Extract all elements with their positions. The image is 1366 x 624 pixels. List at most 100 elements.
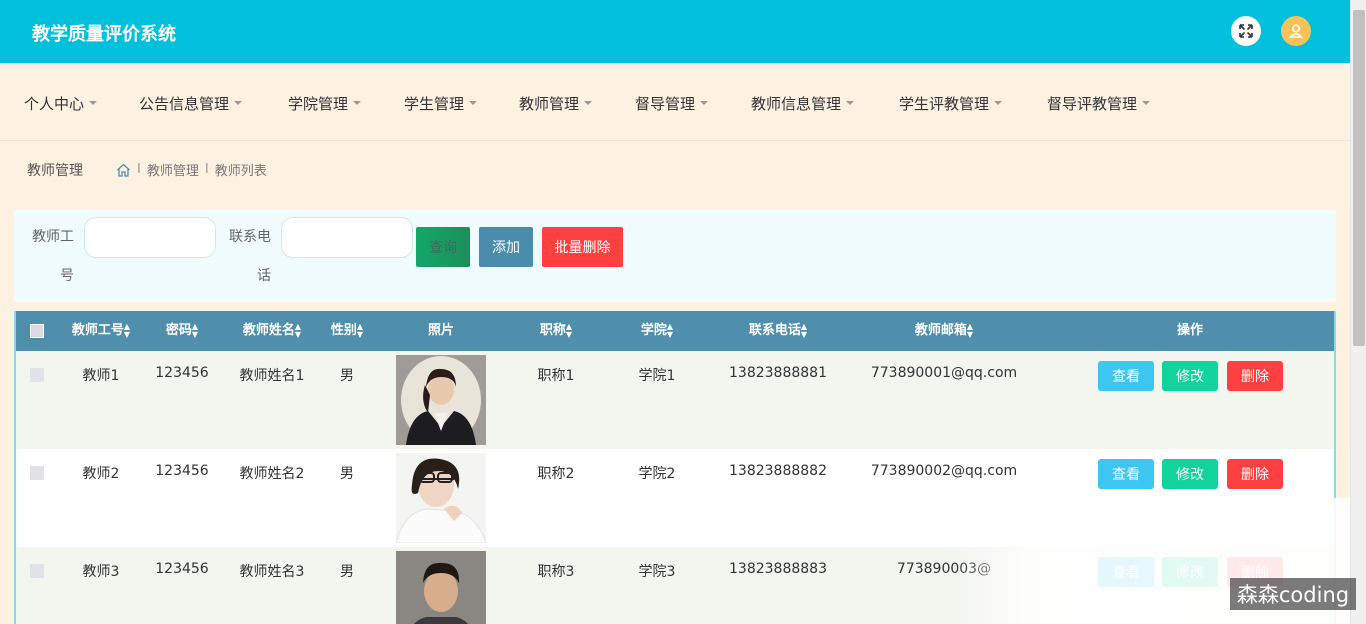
delete-button[interactable]: 删除 xyxy=(1227,361,1283,391)
cell-phone: 13823888882 xyxy=(729,463,827,479)
page-title: 教师管理 xyxy=(27,163,83,179)
watermark: 森森coding xyxy=(1230,578,1356,610)
th-label: 教师姓名 xyxy=(242,323,295,338)
cell-teacher-no: 教师2 xyxy=(82,466,120,482)
th-name[interactable]: 教师姓名▲ ▼ xyxy=(243,311,301,351)
th-label: 教师邮箱 xyxy=(914,323,967,338)
phone-label: 联系电 xyxy=(229,229,271,245)
row-checkbox[interactable] xyxy=(30,466,44,480)
sort-icon: ▲ ▼ xyxy=(966,321,974,339)
th-email[interactable]: 教师邮箱▲ ▼ xyxy=(915,311,973,351)
cell-gender: 男 xyxy=(340,564,354,580)
expand-icon xyxy=(1239,24,1253,38)
batch-delete-button[interactable]: 批量删除 xyxy=(542,227,623,267)
sort-icon: ▲ ▼ xyxy=(191,321,199,339)
th-label: 密码 xyxy=(165,323,192,338)
search-panel: 教师工 号 联系电 话 查询 添加 批量删除 xyxy=(14,210,1336,302)
th-phone[interactable]: 联系电话▲ ▼ xyxy=(749,311,807,351)
query-button[interactable]: 查询 xyxy=(416,227,470,267)
edit-button[interactable]: 修改 xyxy=(1162,459,1218,489)
cell-teacher-no: 教师3 xyxy=(82,564,120,580)
table-header: 教师工号▲ ▼ 密码▲ ▼ 教师姓名▲ ▼ 性别▲ ▼ 照片 职称▲ ▼ 学院▲ ▼ 联系电… xyxy=(16,311,1334,351)
cell-college: 学院1 xyxy=(638,368,676,384)
edit-button[interactable]: 修改 xyxy=(1162,361,1218,391)
app-title: 教学质量评价系统 xyxy=(32,24,176,45)
cell-gender: 男 xyxy=(340,466,354,482)
chevron-down-icon xyxy=(846,100,855,105)
cell-name: 教师姓名2 xyxy=(239,466,305,482)
th-label: 学院 xyxy=(640,323,667,338)
nav-item-teacher[interactable]: 教师管理 xyxy=(519,93,593,114)
th-password[interactable]: 密码▲ ▼ xyxy=(166,311,198,351)
nav-item-label: 督导评教管理 xyxy=(1047,95,1138,113)
nav-item-notice[interactable]: 公告信息管理 xyxy=(139,93,243,114)
nav-item-supervisor[interactable]: 督导管理 xyxy=(635,93,709,114)
nav-item-personal-center[interactable]: 个人中心 xyxy=(24,93,98,114)
cell-name: 教师姓名3 xyxy=(239,564,305,580)
page-scrollbar[interactable] xyxy=(1350,0,1366,624)
th-title[interactable]: 职称▲ ▼ xyxy=(540,311,572,351)
sort-icon: ▲ ▼ xyxy=(294,321,302,339)
cell-password: 123456 xyxy=(155,463,209,479)
cell-password: 123456 xyxy=(155,365,209,381)
nav-item-label: 公告信息管理 xyxy=(139,95,230,113)
cell-password: 123456 xyxy=(155,561,209,577)
nav-item-student-eval[interactable]: 学生评教管理 xyxy=(899,93,1003,114)
breadcrumb-separator: I xyxy=(204,162,209,177)
fullscreen-button[interactable] xyxy=(1231,16,1261,46)
cell-phone: 13823888883 xyxy=(729,561,827,577)
breadcrumb-bar: 教师管理 I 教师管理 I 教师列表 xyxy=(0,142,1350,199)
th-photo: 照片 xyxy=(427,323,455,338)
teacher-no-label-cont: 号 xyxy=(60,268,74,284)
nav-item-label: 个人中心 xyxy=(24,95,85,113)
cell-email: 773890001@qq.com xyxy=(870,365,1018,381)
cell-title: 职称2 xyxy=(537,466,575,482)
nav-item-student[interactable]: 学生管理 xyxy=(404,93,478,114)
sort-icon: ▲ ▼ xyxy=(666,321,674,339)
chevron-down-icon xyxy=(584,100,593,105)
row-checkbox[interactable] xyxy=(30,564,44,578)
cell-gender: 男 xyxy=(340,368,354,384)
user-menu-button[interactable] xyxy=(1281,16,1311,46)
breadcrumb-item-teacher-management[interactable]: 教师管理 xyxy=(147,160,199,179)
user-icon xyxy=(1288,24,1304,38)
sort-icon: ▲ ▼ xyxy=(800,321,808,339)
phone-input[interactable] xyxy=(281,217,413,258)
nav-item-college[interactable]: 学院管理 xyxy=(288,93,362,114)
cell-email: 773890002@qq.com xyxy=(870,463,1018,479)
nav-item-teacher-info[interactable]: 教师信息管理 xyxy=(751,93,855,114)
breadcrumb-item-teacher-list: 教师列表 xyxy=(214,164,267,179)
table-row: 教师1 123456 教师姓名1 男 职称1 学院1 13823888881 7… xyxy=(16,351,1334,449)
teacher-photo xyxy=(396,453,486,543)
home-icon[interactable] xyxy=(116,163,131,177)
phone-label-cont: 话 xyxy=(257,268,271,284)
top-header: 教学质量评价系统 xyxy=(0,0,1350,63)
teacher-no-label: 教师工 xyxy=(32,229,74,245)
th-label: 教师工号 xyxy=(71,323,124,338)
chevron-down-icon xyxy=(234,100,243,105)
th-teacher-no[interactable]: 教师工号▲ ▼ xyxy=(72,311,130,351)
view-button[interactable]: 查看 xyxy=(1098,361,1154,391)
th-label: 性别 xyxy=(330,323,357,338)
view-button[interactable]: 查看 xyxy=(1098,459,1154,489)
breadcrumb: I 教师管理 I 教师列表 xyxy=(116,160,267,179)
row-checkbox[interactable] xyxy=(30,368,44,382)
add-button[interactable]: 添加 xyxy=(479,227,533,267)
delete-button[interactable]: 删除 xyxy=(1227,459,1283,489)
nav-item-supervisor-eval[interactable]: 督导评教管理 xyxy=(1047,93,1151,114)
th-gender[interactable]: 性别▲ ▼ xyxy=(331,311,363,351)
th-college[interactable]: 学院▲ ▼ xyxy=(641,311,673,351)
teacher-no-input[interactable] xyxy=(84,217,216,258)
select-all-checkbox[interactable] xyxy=(30,324,44,338)
cell-name: 教师姓名1 xyxy=(239,368,305,384)
chevron-down-icon xyxy=(469,100,478,105)
chevron-down-icon xyxy=(353,100,362,105)
main-nav: 个人中心 公告信息管理 学院管理 学生管理 教师管理 督导管理 教师信息管理 学… xyxy=(0,63,1350,141)
cell-college: 学院3 xyxy=(638,564,676,580)
chevron-down-icon xyxy=(994,100,1003,105)
th-label: 职称 xyxy=(539,323,566,338)
nav-item-label: 教师管理 xyxy=(519,95,580,113)
nav-item-label: 学生评教管理 xyxy=(899,95,990,113)
th-label: 联系电话 xyxy=(748,323,801,338)
scrollbar-thumb[interactable] xyxy=(1353,10,1365,346)
